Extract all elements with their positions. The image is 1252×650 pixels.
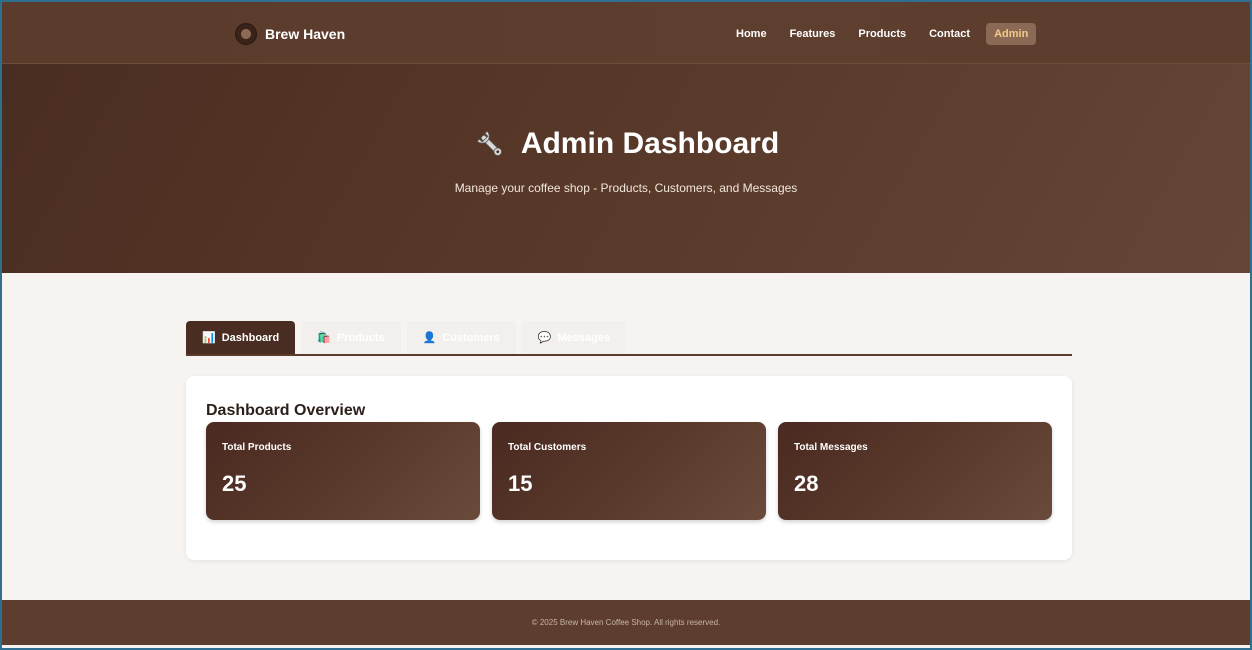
nav-link-home[interactable]: Home xyxy=(729,23,774,45)
shopping-bags-icon: 🛍️ xyxy=(317,332,331,344)
tab-label: Products xyxy=(336,331,385,344)
nav-links: Home Features Products Contact Admin xyxy=(729,23,1045,45)
nav-link-products[interactable]: Products xyxy=(851,23,913,45)
stat-card-products: Total Products 25 xyxy=(206,422,480,520)
footer: © 2025 Brew Haven Coffee Shop. All right… xyxy=(2,600,1250,645)
stat-card-messages: Total Messages 28 xyxy=(778,422,1052,520)
admin-tabs: 📊 Dashboard 🛍️ Products 👤 Customers 💬 Me… xyxy=(186,314,1072,356)
user-silhouette-icon: 👤 xyxy=(422,332,437,344)
coffee-cup-icon xyxy=(235,23,257,45)
page-title-text: Admin Dashboard xyxy=(520,127,780,160)
wrench-icon xyxy=(476,130,502,156)
section-title: Dashboard Overview xyxy=(206,402,366,419)
top-navbar: Brew Haven Home Features Products Contac… xyxy=(2,2,1250,64)
copyright-text: © 2025 Brew Haven Coffee Shop. All right… xyxy=(531,618,721,627)
tab-messages[interactable]: 💬 Messages xyxy=(521,321,627,354)
speech-bubble-icon: 💬 xyxy=(537,332,552,344)
tab-products[interactable]: 🛍️ Products xyxy=(301,321,401,354)
page-subtitle: Manage your coffee shop - Products, Cust… xyxy=(454,181,798,195)
nav-link-features[interactable]: Features xyxy=(783,23,843,45)
stat-card-customers: Total Customers 15 xyxy=(492,422,766,520)
hero-banner: Admin Dashboard Manage your coffee shop … xyxy=(2,64,1250,273)
browser-viewport: Brew Haven Home Features Products Contac… xyxy=(0,0,1252,650)
stat-label: Total Messages xyxy=(794,442,868,453)
tab-label: Customers xyxy=(442,331,500,344)
stat-label: Total Products xyxy=(222,442,292,453)
tab-label: Dashboard xyxy=(221,331,280,344)
tab-customers[interactable]: 👤 Customers xyxy=(406,321,516,354)
stat-label: Total Customers xyxy=(508,442,587,453)
page-title: Admin Dashboard xyxy=(2,127,1250,161)
brand[interactable]: Brew Haven xyxy=(235,23,345,45)
dashboard-overview-card: Dashboard Overview Total Products 25 Tot… xyxy=(186,376,1072,560)
tab-label: Messages xyxy=(557,331,611,344)
brand-name: Brew Haven xyxy=(265,26,346,42)
bar-chart-icon: 📊 xyxy=(202,332,216,344)
nav-link-admin[interactable]: Admin xyxy=(986,23,1037,45)
stat-value: 25 xyxy=(222,471,247,496)
stat-value: 28 xyxy=(794,471,819,496)
stat-value: 15 xyxy=(508,471,533,496)
nav-link-contact[interactable]: Contact xyxy=(922,23,977,45)
tab-dashboard[interactable]: 📊 Dashboard xyxy=(186,321,296,354)
